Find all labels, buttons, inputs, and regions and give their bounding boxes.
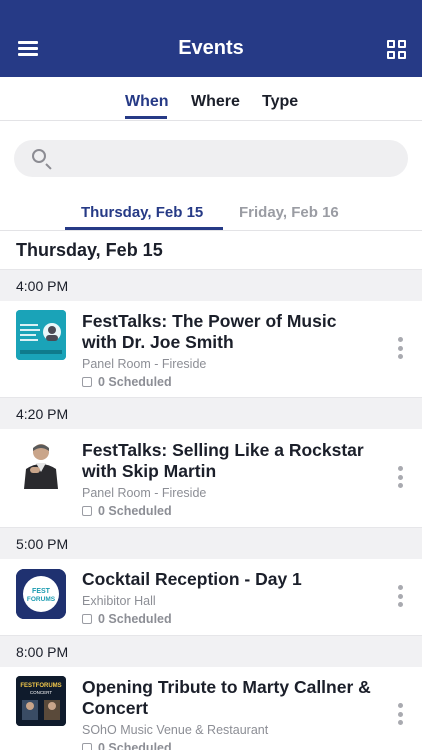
active-day-indicator [65,227,223,230]
event-thumbnail: FESTFORUMS CONCERT [16,676,66,726]
tab-friday[interactable]: Friday, Feb 16 [239,204,339,221]
event-row[interactable]: FEST FORUMS Cocktail Reception - Day 1 E… [0,559,422,635]
event-thumbnail [16,310,66,360]
scheduled-count: 0 Scheduled [98,504,172,518]
event-location: Panel Room - Fireside [82,357,207,371]
grid-view-icon[interactable] [387,40,406,59]
tab-thursday[interactable]: Thursday, Feb 15 [81,204,203,221]
more-options-icon[interactable] [396,466,404,492]
time-header: 4:00 PM [0,269,422,301]
tab-when[interactable]: When [125,93,169,111]
page-title: Events [178,37,244,59]
event-scheduled: 0 Scheduled [82,612,172,626]
event-location: Panel Room - Fireside [82,486,207,500]
event-title: FestTalks: The Power of Music with Dr. J… [82,311,337,352]
search-bar[interactable] [14,140,408,177]
calendar-icon [82,506,92,516]
event-title: Cocktail Reception - Day 1 [82,569,302,589]
concert-text: CONCERT [30,690,52,695]
event-title: FestTalks: Selling Like a Rockstar with … [82,440,364,481]
time-header: 4:20 PM [0,397,422,429]
filter-tabs: When Where Type [0,77,422,121]
time-header: 8:00 PM [0,635,422,667]
event-row[interactable]: FESTFORUMS CONCERT Opening Tribute to Ma… [0,667,422,750]
event-scheduled: 0 Scheduled [82,504,172,518]
active-tab-indicator [125,116,167,119]
app-bar: Events [0,0,422,77]
calendar-icon [82,614,92,624]
calendar-icon [82,743,92,750]
event-title: Opening Tribute to Marty Callner & Conce… [82,677,371,718]
search-icon [32,149,46,163]
time-label: 4:00 PM [16,278,69,294]
scheduled-count: 0 Scheduled [98,741,172,750]
search-input[interactable] [60,140,400,177]
forums-text: FORUMS [27,596,56,603]
event-location: SOhO Music Venue & Restaurant [82,723,269,737]
tab-where[interactable]: Where [191,93,240,111]
time-label: 5:00 PM [16,536,69,552]
event-thumbnail [16,439,66,489]
time-label: 8:00 PM [16,644,69,660]
event-scheduled: 0 Scheduled [82,741,172,750]
calendar-icon [82,377,92,387]
festforums-banner-text: FESTFORUMS [20,683,61,689]
more-options-icon[interactable] [396,337,404,363]
fest-text: FEST [32,588,51,595]
event-row[interactable]: FestTalks: Selling Like a Rockstar with … [0,429,422,527]
time-header: 5:00 PM [0,527,422,559]
day-tabs: Thursday, Feb 15 Friday, Feb 16 [0,196,422,231]
event-location: Exhibitor Hall [82,594,156,608]
day-header: Thursday, Feb 15 [16,240,163,260]
time-label: 4:20 PM [16,406,69,422]
tab-type[interactable]: Type [262,93,298,111]
scheduled-count: 0 Scheduled [98,375,172,389]
event-thumbnail: FEST FORUMS [16,569,66,619]
event-scheduled: 0 Scheduled [82,375,172,389]
more-options-icon[interactable] [396,703,404,729]
more-options-icon[interactable] [396,585,404,611]
event-row[interactable]: FestTalks: The Power of Music with Dr. J… [0,301,422,397]
scheduled-count: 0 Scheduled [98,612,172,626]
